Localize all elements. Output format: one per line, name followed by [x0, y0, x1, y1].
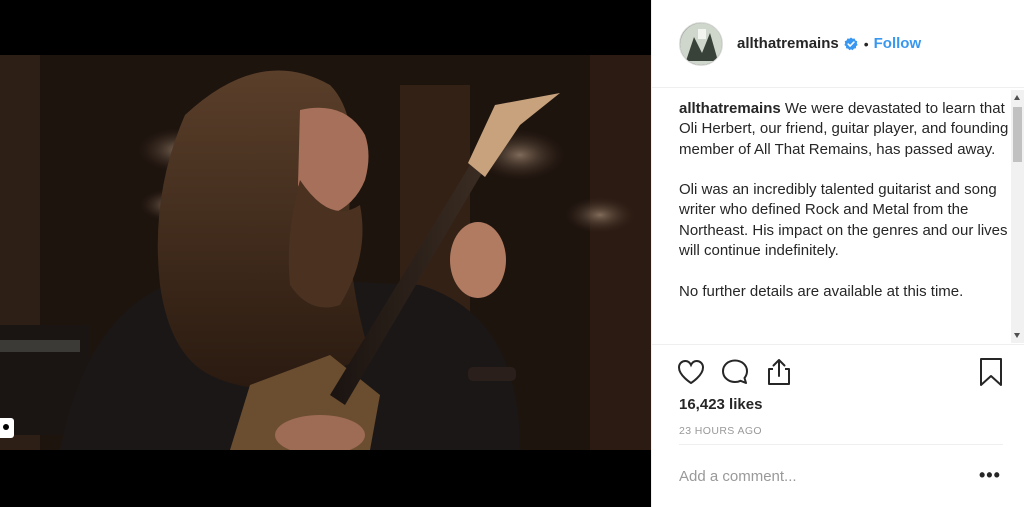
verified-badge-icon [844, 37, 858, 51]
comment-icon[interactable] [720, 357, 750, 387]
caption-paragraph-3: No further details are available at this… [679, 282, 964, 300]
caption-username[interactable]: allthatremains [679, 100, 781, 117]
share-icon[interactable] [764, 357, 794, 387]
comment-input[interactable] [679, 467, 969, 485]
video-frame-image [0, 55, 651, 450]
video-indicator-icon [0, 418, 14, 438]
header-separator: • [863, 35, 869, 52]
scroll-up-arrow-icon[interactable] [1014, 95, 1020, 100]
post-caption: allthatremains We were devastated to lea… [679, 99, 1014, 322]
caption-scroll-area[interactable]: allthatremains We were devastated to lea… [652, 89, 1024, 344]
follow-button[interactable]: Follow [874, 35, 922, 52]
caption-paragraph-1: allthatremains We were devastated to lea… [679, 99, 1014, 160]
caption-scrollbar[interactable] [1011, 90, 1024, 343]
avatar-image [680, 22, 722, 65]
action-icon-row [676, 357, 808, 387]
more-options-icon[interactable]: ••• [979, 465, 1001, 486]
post-header: allthatremains • Follow [652, 0, 1024, 88]
bookmark-icon[interactable] [978, 357, 1004, 387]
post-side-panel: allthatremains • Follow allthatremains W… [651, 0, 1024, 507]
comment-form: ••• [679, 444, 1003, 507]
caption-paragraph-2: Oli was an incredibly talented guitarist… [679, 181, 1008, 260]
video-player[interactable] [0, 55, 651, 450]
avatar[interactable] [679, 21, 723, 66]
like-count[interactable]: 16,423 likes [679, 396, 762, 413]
post-timestamp[interactable]: 23 HOURS AGO [679, 425, 762, 437]
post-actions: 16,423 likes 23 HOURS AGO [652, 344, 1024, 444]
scroll-down-arrow-icon[interactable] [1014, 333, 1020, 338]
post-media[interactable] [0, 0, 651, 507]
author-username[interactable]: allthatremains [737, 35, 839, 52]
heart-icon[interactable] [676, 357, 706, 387]
post-header-inner: allthatremains • Follow [679, 21, 1003, 66]
scrollbar-thumb[interactable] [1013, 107, 1022, 162]
